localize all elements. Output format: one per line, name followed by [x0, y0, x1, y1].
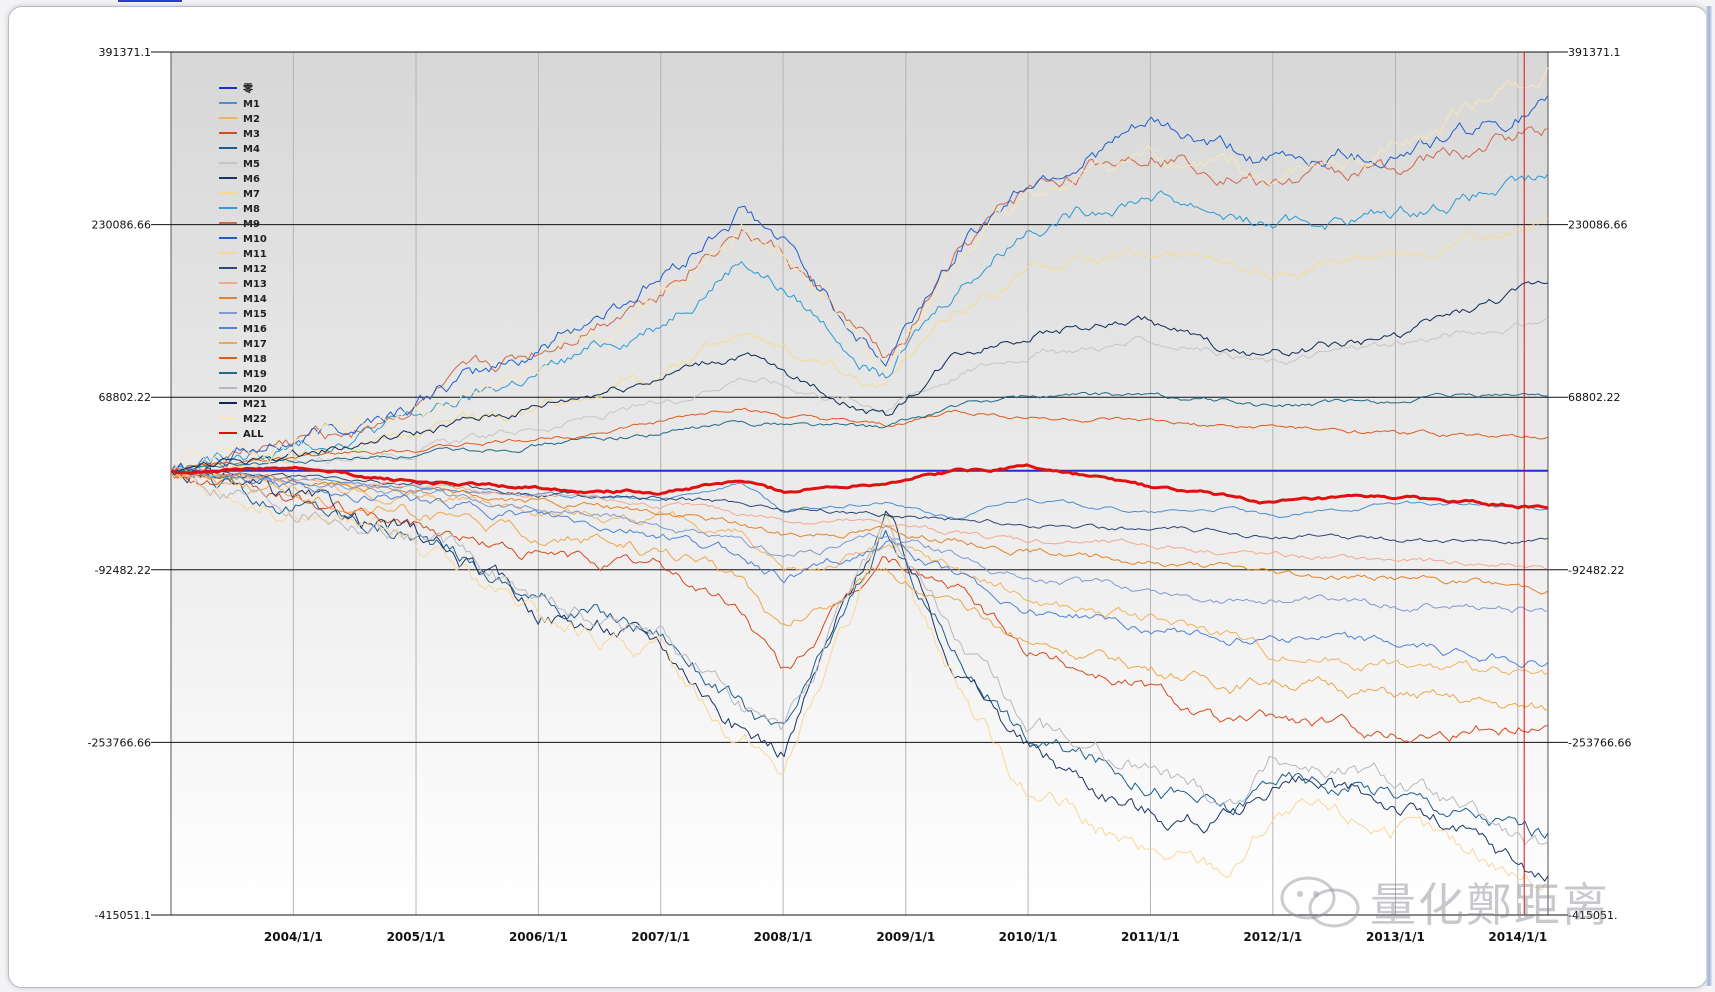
watermark-text: 量化鄭距离: [1370, 878, 1610, 932]
y-tick-label-left: -92482.22: [95, 564, 151, 577]
x-tick-label: 2007/1/1: [631, 930, 690, 944]
plot-area: [170, 51, 1549, 916]
y-tick-label-right: 230086.66: [1568, 219, 1628, 232]
x-tick-label: 2009/1/1: [876, 930, 935, 944]
legend-label: M18: [243, 354, 267, 365]
x-tick-label: 2006/1/1: [509, 930, 568, 944]
y-tick-label-right: -253766.66: [1568, 736, 1631, 749]
y-tick-label-right: 391371.1: [1568, 46, 1621, 59]
y-tick-label-left: 68802.22: [99, 391, 152, 404]
legend-label: 零: [242, 82, 254, 95]
top-link-underline[interactable]: [118, 0, 182, 2]
y-tick-label-right: -92482.22: [1568, 564, 1624, 577]
legend-label: ALL: [243, 429, 264, 440]
legend-label: M15: [243, 309, 267, 320]
legend-label: M16: [243, 324, 267, 335]
x-tick-label: 2010/1/1: [999, 930, 1058, 944]
legend-label: M3: [243, 129, 260, 140]
x-tick-label: 2012/1/1: [1243, 930, 1302, 944]
legend-label: M11: [243, 249, 267, 260]
x-tick-label: 2011/1/1: [1121, 930, 1180, 944]
watermark: 量化鄭距离: [1278, 872, 1610, 932]
chart-frame: 391371.1 391371.1 230086.66 230086.66 68802.…: [8, 6, 1708, 988]
legend-label: M9: [243, 219, 260, 230]
legend-label: M10: [243, 234, 267, 245]
x-tick-label: 2004/1/1: [264, 930, 323, 944]
legend-label: M5: [243, 159, 260, 170]
legend-label: M13: [243, 279, 267, 290]
y-tick-label-right: 68802.22: [1568, 391, 1621, 404]
window-right-edge: [1706, 6, 1712, 986]
y-tick-label-left: -253766.66: [88, 736, 151, 749]
legend-label: M17: [243, 339, 267, 350]
chart-svg: 391371.1 391371.1 230086.66 230086.66 68802.…: [88, 46, 1632, 944]
legend-label: M21: [243, 399, 267, 410]
legend-label: M1: [243, 99, 260, 110]
legend-label: M8: [243, 204, 260, 215]
y-tick-label-left: -415051.1: [95, 909, 151, 922]
legend-label: M14: [243, 294, 267, 305]
legend-label: M20: [243, 384, 267, 395]
legend-label: M19: [243, 369, 267, 380]
legend-label: M2: [243, 114, 260, 125]
y-tick-label-left: 230086.66: [92, 219, 152, 232]
wechat-icon: [1280, 876, 1360, 928]
legend-label: M6: [243, 174, 260, 185]
legend-label: M7: [243, 189, 260, 200]
legend-label: M4: [243, 144, 260, 155]
legend-label: M12: [243, 264, 267, 275]
x-tick-label: 2008/1/1: [754, 930, 813, 944]
y-tick-label-left: 391371.1: [99, 46, 152, 59]
x-tick-label: 2005/1/1: [387, 930, 446, 944]
legend-label: M22: [243, 414, 267, 425]
